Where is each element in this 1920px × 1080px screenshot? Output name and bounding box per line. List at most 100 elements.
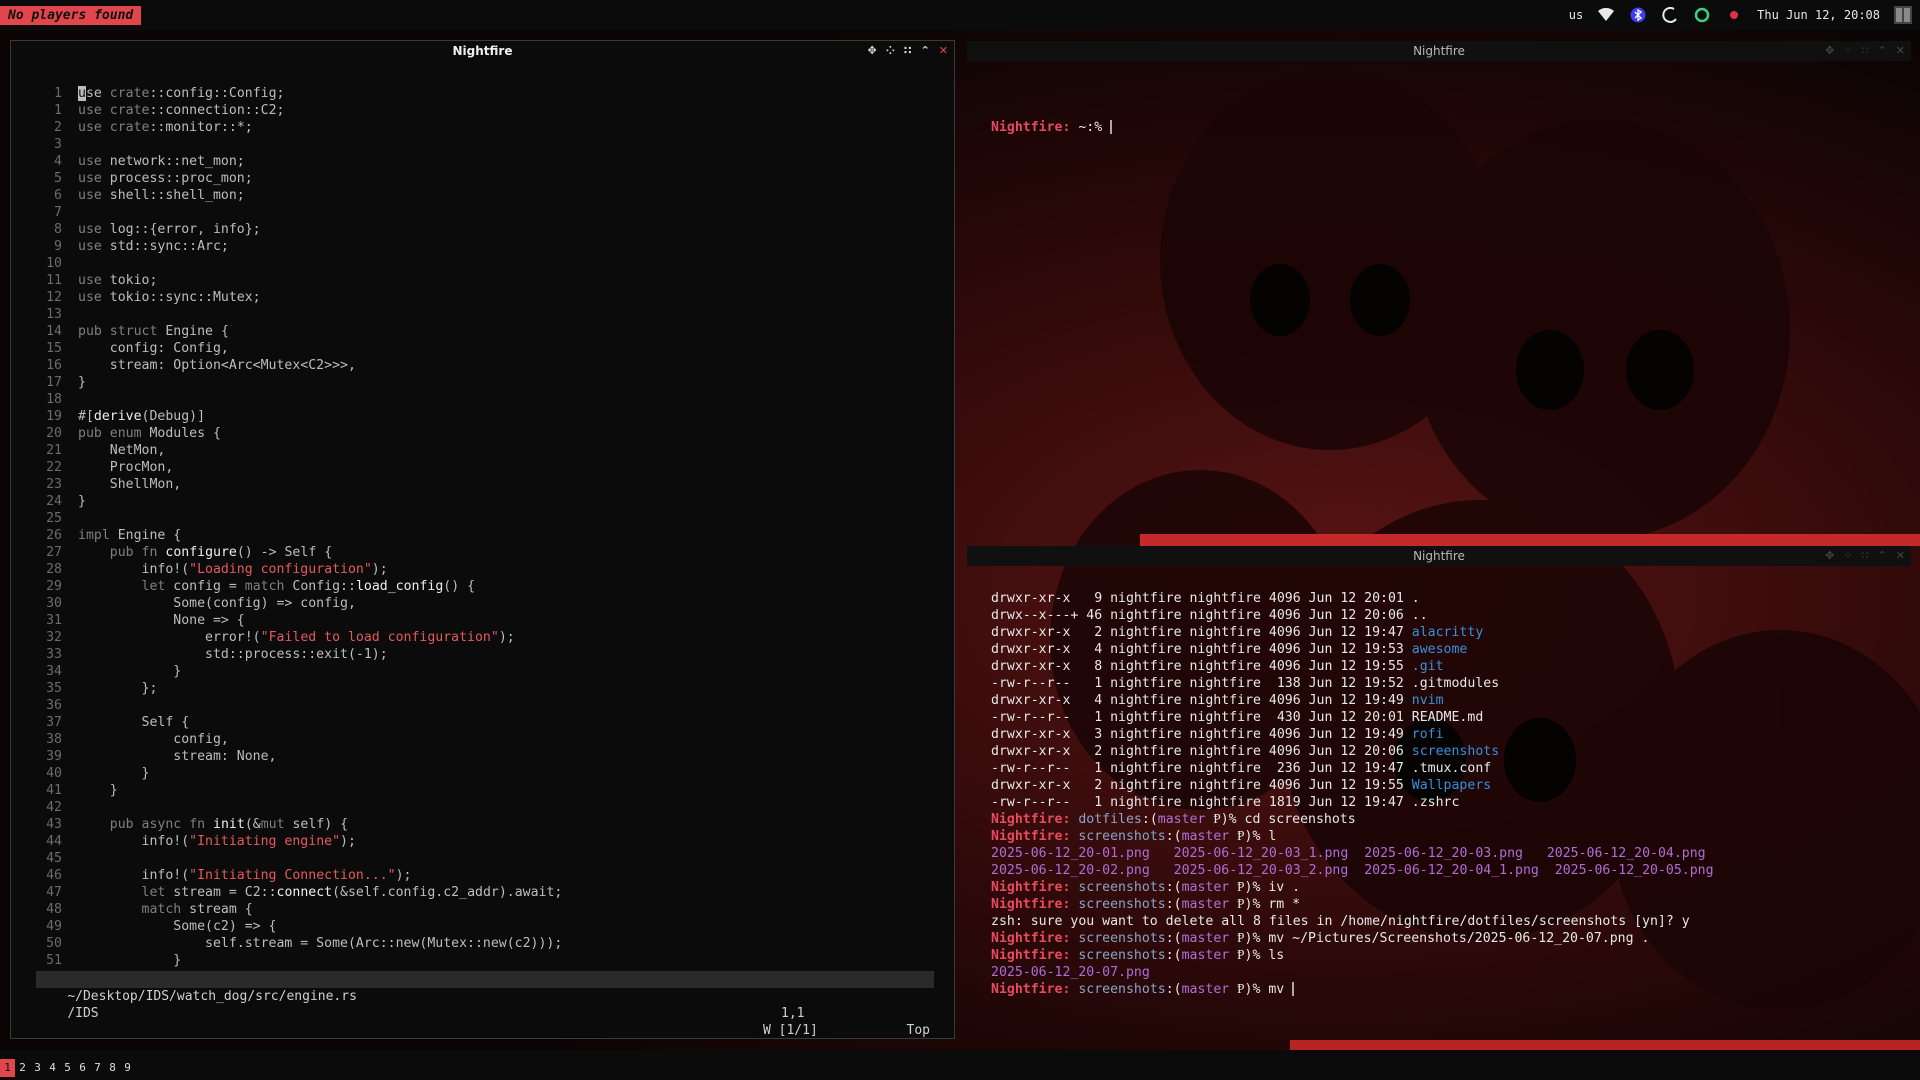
code-line[interactable]: 39 stream: None,: [11, 748, 954, 765]
code-line[interactable]: 21 NetMon,: [11, 442, 954, 459]
bluetooth-icon[interactable]: [1629, 6, 1647, 24]
png-file-entry: 2025-06-12_20-03.png: [1364, 846, 1523, 861]
code-line[interactable]: 22 ProcMon,: [11, 459, 954, 476]
code-buffer[interactable]: 1 use crate::config::Config; 1 use crate::c…: [11, 85, 954, 969]
code-line[interactable]: 49 Some(c2) => {: [11, 918, 954, 935]
terminal-top-window[interactable]: Nightfire ✥ ⁘ ∷ ⌃ ✕ Nightfire: ~:%: [967, 41, 1911, 544]
ontop-icon[interactable]: ∷: [1862, 549, 1869, 562]
terminal-bottom-window[interactable]: Nightfire ✥ ⁘ ∷ ⌃ ✕ drwxr-xr-x 9 nightfi…: [967, 546, 1911, 1050]
ontop-icon[interactable]: ∷: [904, 44, 912, 57]
float-icon[interactable]: ✥: [867, 44, 876, 57]
workspace-tag-5[interactable]: 5: [60, 1059, 75, 1077]
maximize-icon[interactable]: ⌃: [921, 44, 930, 57]
code-line[interactable]: 45: [11, 850, 954, 867]
sticky-icon[interactable]: ⁘: [886, 44, 895, 57]
code-line[interactable]: 7: [11, 204, 954, 221]
vim-cmdline[interactable]: /IDS W [1/1]: [36, 988, 934, 1056]
code-line[interactable]: 11 use tokio;: [11, 272, 954, 289]
wifi-icon[interactable]: [1597, 6, 1615, 24]
media-player-notice[interactable]: No players found: [0, 5, 142, 25]
code-line[interactable]: 35 };: [11, 680, 954, 697]
code-line[interactable]: 48 match stream {: [11, 901, 954, 918]
code-line[interactable]: 13: [11, 306, 954, 323]
terminal-bottom-titlebar[interactable]: Nightfire ✥ ⁘ ∷ ⌃ ✕: [967, 546, 1911, 566]
code-line[interactable]: 41 }: [11, 782, 954, 799]
night-mode-icon[interactable]: [1661, 6, 1679, 24]
code-line[interactable]: 51 }: [11, 952, 954, 969]
code-line[interactable]: 26 impl Engine {: [11, 527, 954, 544]
code-line[interactable]: 20 pub enum Modules {: [11, 425, 954, 442]
code-line[interactable]: 1 use crate::config::Config;: [11, 85, 954, 102]
sticky-icon[interactable]: ⁘: [1843, 44, 1852, 57]
code-line[interactable]: 34 }: [11, 663, 954, 680]
code-line[interactable]: 28 info!("Loading configuration");: [11, 561, 954, 578]
code-line[interactable]: 37 Self {: [11, 714, 954, 731]
code-line[interactable]: 50 self.stream = Some(Arc::new(Mutex::ne…: [11, 935, 954, 952]
code-line[interactable]: 19 #[derive(Debug)]: [11, 408, 954, 425]
code-line[interactable]: 8 use log::{error, info};: [11, 221, 954, 238]
window-controls: ✥ ⁘ ∷ ⌃ ✕: [1825, 549, 1905, 562]
code-line[interactable]: 5 use process::proc_mon;: [11, 170, 954, 187]
code-line[interactable]: 12 use tokio::sync::Mutex;: [11, 289, 954, 306]
terminal-top-output[interactable]: Nightfire: ~:%: [991, 85, 1113, 170]
workspace-tag-1[interactable]: 1: [0, 1059, 15, 1077]
workspace-tag-4[interactable]: 4: [45, 1059, 60, 1077]
code-line[interactable]: 32 error!("Failed to load configuration"…: [11, 629, 954, 646]
code-line[interactable]: 10: [11, 255, 954, 272]
close-icon[interactable]: ✕: [1896, 44, 1905, 57]
code-line[interactable]: 43 pub async fn init(&mut self) {: [11, 816, 954, 833]
float-icon[interactable]: ✥: [1825, 44, 1834, 57]
code-line[interactable]: 42: [11, 799, 954, 816]
code-line[interactable]: 1 use crate::connection::C2;: [11, 102, 954, 119]
close-icon[interactable]: ✕: [1896, 549, 1905, 562]
ontop-icon[interactable]: ∷: [1862, 44, 1869, 57]
terminal-bottom-output[interactable]: drwxr-xr-x 9 nightfire nightfire 4096 Ju…: [991, 590, 1714, 998]
keyboard-layout-indicator[interactable]: us: [1569, 8, 1583, 22]
code-line[interactable]: 33 std::process::exit(-1);: [11, 646, 954, 663]
code-line[interactable]: 25: [11, 510, 954, 527]
code-line[interactable]: 31 None => {: [11, 612, 954, 629]
code-line[interactable]: 36: [11, 697, 954, 714]
line-number: 7: [54, 205, 62, 220]
code-line[interactable]: 30 Some(config) => config,: [11, 595, 954, 612]
status-ring-icon[interactable]: [1693, 6, 1711, 24]
float-icon[interactable]: ✥: [1825, 549, 1834, 562]
maximize-icon[interactable]: ⌃: [1878, 549, 1887, 562]
record-dot-icon[interactable]: [1725, 6, 1743, 24]
workspace-tag-3[interactable]: 3: [30, 1059, 45, 1077]
close-icon[interactable]: ✕: [939, 44, 948, 57]
workspace-tag-6[interactable]: 6: [75, 1059, 90, 1077]
code-line[interactable]: 16 stream: Option<Arc<Mutex<C2>>>,: [11, 357, 954, 374]
code-line[interactable]: 15 config: Config,: [11, 340, 954, 357]
code-line[interactable]: 14 pub struct Engine {: [11, 323, 954, 340]
code-line[interactable]: 4 use network::net_mon;: [11, 153, 954, 170]
clock[interactable]: Thu Jun 12, 20:08: [1757, 8, 1880, 22]
workspace-tag-9[interactable]: 9: [120, 1059, 135, 1077]
code-line[interactable]: 3: [11, 136, 954, 153]
code-line[interactable]: 38 config,: [11, 731, 954, 748]
code-line[interactable]: 24}: [11, 493, 954, 510]
code-line[interactable]: 6 use shell::shell_mon;: [11, 187, 954, 204]
code-line[interactable]: 27 pub fn configure() -> Self {: [11, 544, 954, 561]
code-line[interactable]: 18: [11, 391, 954, 408]
code-line[interactable]: 29 let config = match Config::load_confi…: [11, 578, 954, 595]
code-line[interactable]: 9 use std::sync::Arc;: [11, 238, 954, 255]
code-line[interactable]: 2 use crate::monitor::*;: [11, 119, 954, 136]
code-line[interactable]: 44 info!("Initiating engine");: [11, 833, 954, 850]
code-line[interactable]: 17}: [11, 374, 954, 391]
code-line[interactable]: 40 }: [11, 765, 954, 782]
sticky-icon[interactable]: ⁘: [1843, 549, 1852, 562]
editor-titlebar[interactable]: Nightfire ✥ ⁘ ∷ ⌃ ✕: [11, 41, 954, 61]
layout-icon[interactable]: [1894, 6, 1912, 24]
terminal-top-titlebar[interactable]: Nightfire ✥ ⁘ ∷ ⌃ ✕: [967, 41, 1911, 61]
maximize-icon[interactable]: ⌃: [1878, 44, 1887, 57]
editor-window[interactable]: Nightfire ✥ ⁘ ∷ ⌃ ✕ 1 use crate::config::…: [10, 40, 955, 1039]
line-number: 44: [46, 834, 62, 849]
code-line[interactable]: 23 ShellMon,: [11, 476, 954, 493]
workspace-tag-7[interactable]: 7: [90, 1059, 105, 1077]
workspace-tag-2[interactable]: 2: [15, 1059, 30, 1077]
terminal-line: -rw-r--r-- 1 nightfire nightfire 236 Jun…: [991, 760, 1714, 777]
code-line[interactable]: 47 let stream = C2::connect(&self.config…: [11, 884, 954, 901]
workspace-tag-8[interactable]: 8: [105, 1059, 120, 1077]
code-line[interactable]: 46 info!("Initiating Connection...");: [11, 867, 954, 884]
